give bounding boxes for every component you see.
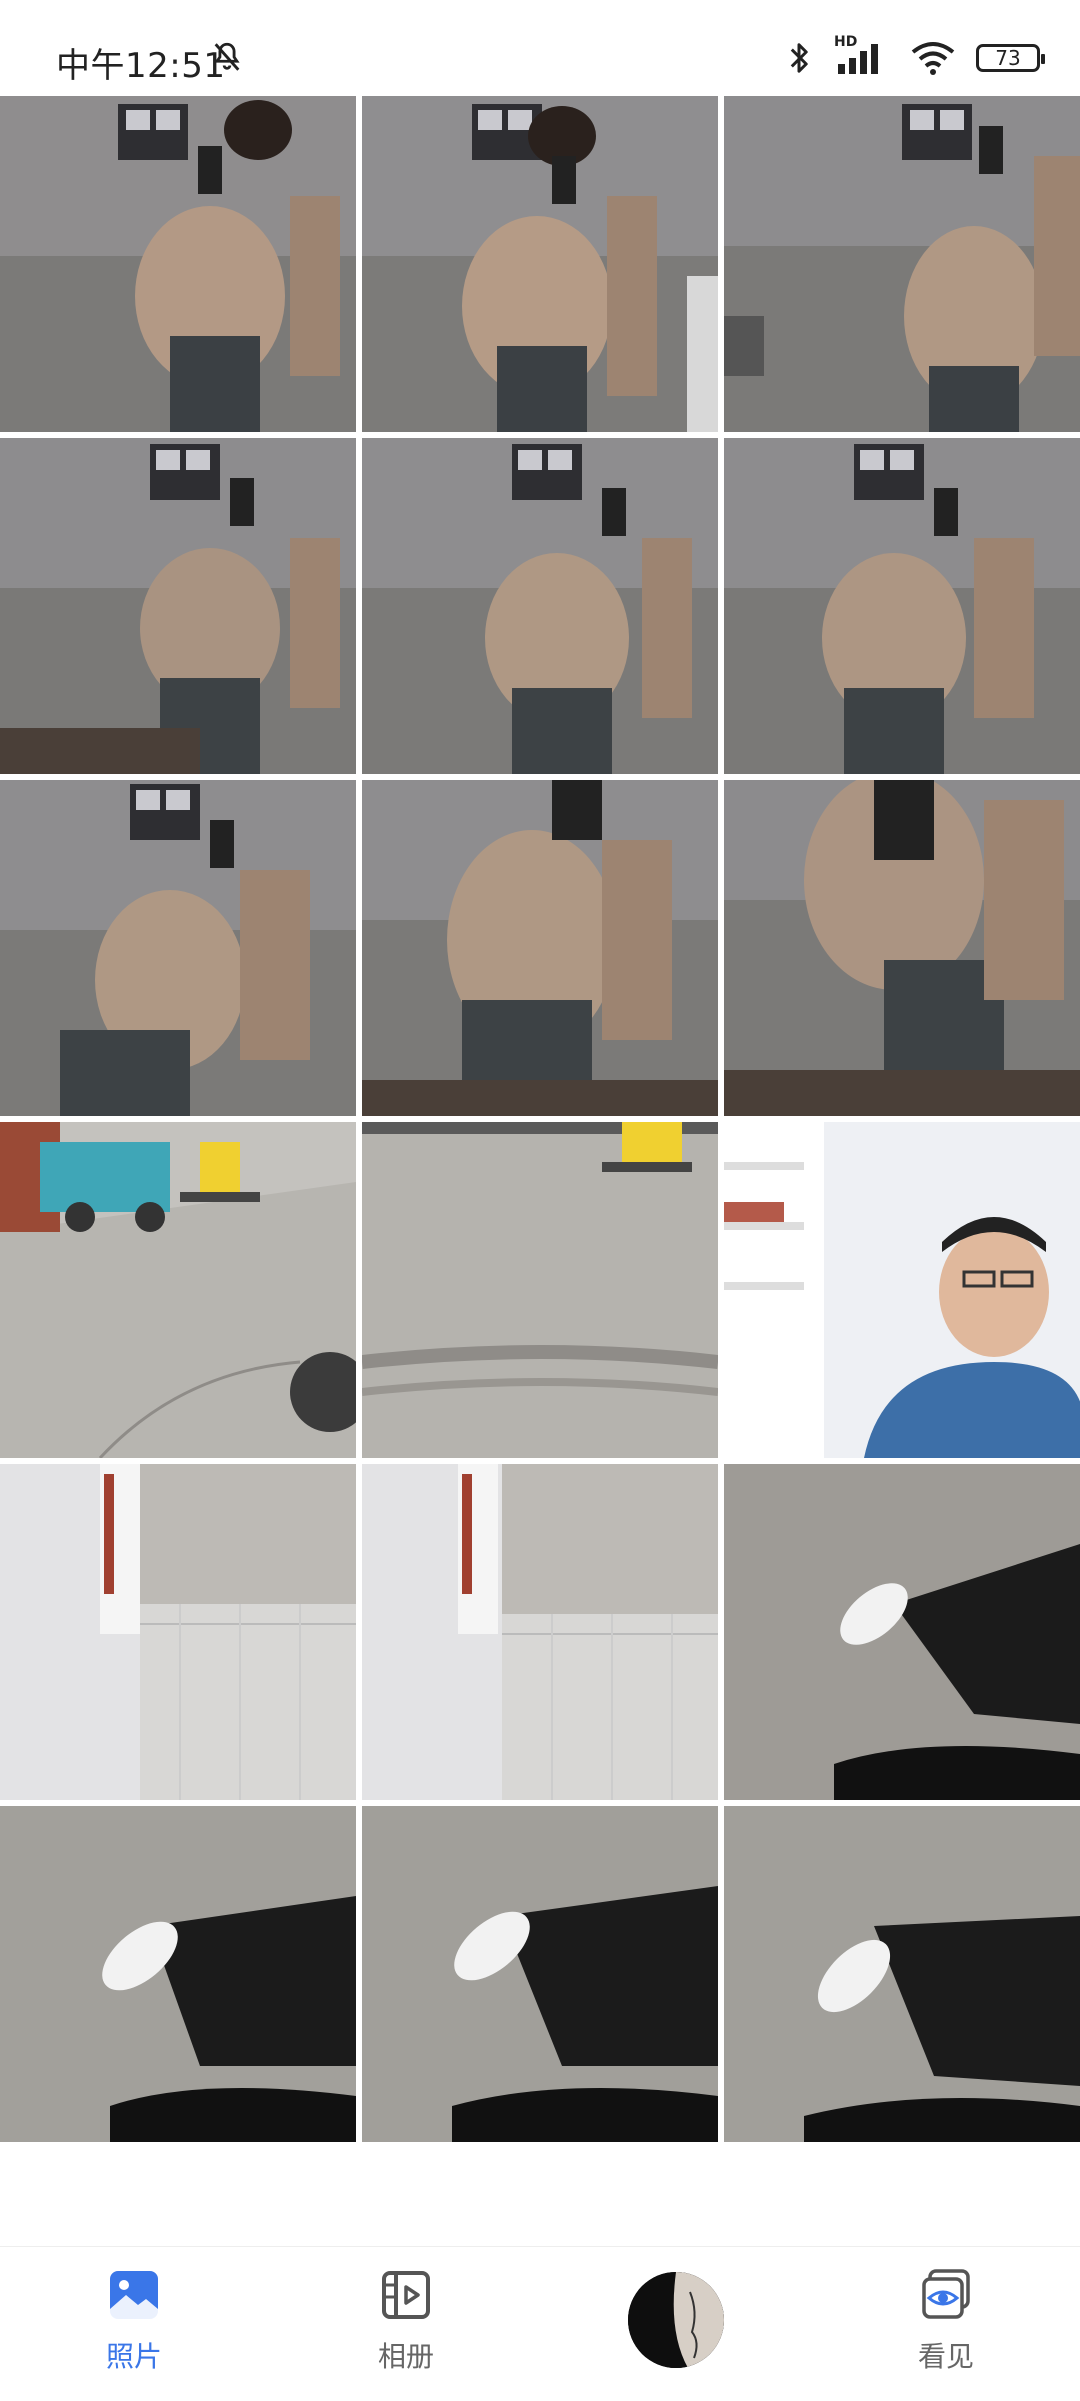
photo-thumbnail[interactable] [0,1464,356,1800]
mirror-selfie-image [0,780,356,1116]
mirror-selfie-image [362,96,718,432]
battery-indicator: 73 [976,44,1045,72]
avatar-image [628,2272,724,2368]
wifi-icon [911,42,955,75]
photo-thumbnail[interactable] [0,438,356,774]
bottom-tab-bar: 照片 相册 看见 [0,2246,1080,2401]
photo-thumbnail[interactable] [362,438,718,774]
tab-albums-label: 相册 [377,2340,434,2373]
battery-level: 73 [995,46,1021,70]
photo-thumbnail[interactable] [724,1806,1080,2142]
tab-photos[interactable]: 照片 [64,2269,204,2375]
photo-thumbnail[interactable] [362,1464,718,1800]
photo-thumbnail[interactable] [362,96,718,432]
status-time: 中午12:51 [56,46,226,86]
photo-thumbnail[interactable] [0,96,356,432]
signal-icon [838,44,878,74]
mute-bell-icon [214,42,240,71]
mirror-selfie-image [724,438,1080,774]
bluetooth-icon [790,43,808,73]
avatar[interactable] [628,2272,724,2368]
ceiling-image [0,1464,356,1800]
ceiling-image [362,1464,718,1800]
tab-albums[interactable]: 相册 [336,2269,476,2375]
photo-thumbnail[interactable] [362,780,718,1116]
feet-floor-image [724,1464,1080,1800]
feet-floor-image [362,1806,718,2142]
tab-see-label: 看见 [917,2340,974,2373]
photo-thumbnail[interactable] [724,1122,1080,1458]
street-image [0,1122,356,1458]
photo-thumbnail[interactable] [0,1122,356,1458]
photo-thumbnail[interactable] [724,438,1080,774]
photo-thumbnail[interactable] [0,780,356,1116]
photo-grid[interactable] [0,96,1080,2246]
photo-thumbnail[interactable] [362,1122,718,1458]
feet-floor-image [724,1806,1080,2142]
status-bar: 中午12:51 HD 73 [0,0,1080,96]
tab-photos-label: 照片 [105,2340,162,2373]
album-icon [382,2271,430,2319]
see-icon [922,2269,970,2319]
photo-thumbnail[interactable] [724,780,1080,1116]
photo-thumbnail[interactable] [362,1806,718,2142]
status-icons: HD 73 [784,34,1045,78]
photo-icon [110,2271,158,2319]
mirror-selfie-image [0,96,356,432]
mirror-selfie-image [362,438,718,774]
mirror-selfie-image [362,780,718,1116]
street-image [362,1122,718,1458]
mirror-selfie-image [724,96,1080,432]
tab-see[interactable]: 看见 [876,2269,1016,2375]
mirror-selfie-image [0,438,356,774]
photo-thumbnail[interactable] [724,96,1080,432]
photo-thumbnail[interactable] [0,1806,356,2142]
cell-signal: HD [834,34,890,78]
photo-thumbnail[interactable] [724,1464,1080,1800]
mirror-selfie-image [724,780,1080,1116]
feet-floor-image [0,1806,356,2142]
video-call-image [724,1122,1080,1458]
